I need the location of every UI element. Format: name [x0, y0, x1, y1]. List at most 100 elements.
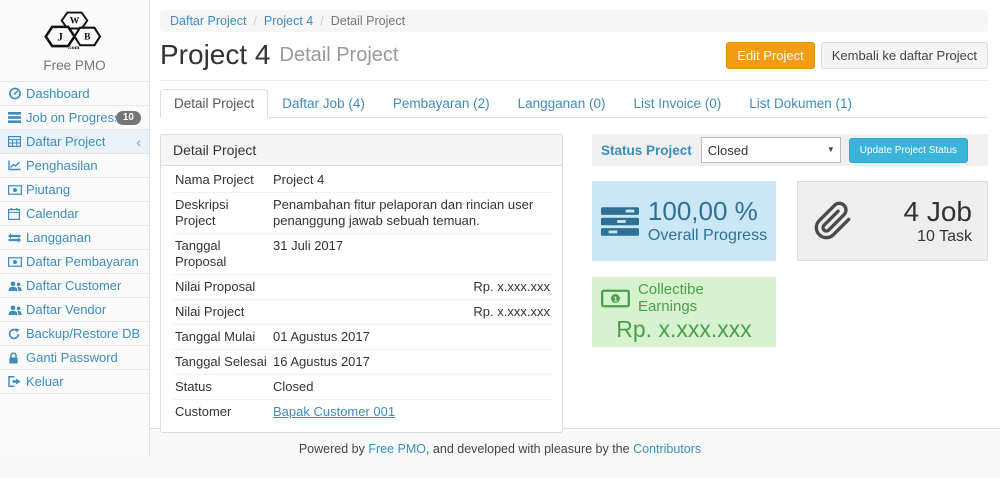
exchange-icon [8, 233, 26, 243]
breadcrumb-link-daftar-project[interactable]: Daftar Project [170, 14, 246, 28]
sidebar-item-piutang[interactable]: Piutang [0, 178, 149, 202]
overall-progress-label: Overall Progress [648, 227, 767, 245]
tab-daftar-job-4[interactable]: Daftar Job (4) [268, 89, 379, 118]
free-pmo-link[interactable]: Free PMO [368, 442, 426, 456]
paperclip-icon [813, 200, 853, 242]
lock-icon [8, 352, 26, 364]
detail-row-label: Customer [175, 404, 273, 420]
detail-table: Nama Project Project 4 Deskripsi Project… [161, 166, 562, 432]
right-column: Status Project Closed ▼ Update Project S… [592, 134, 988, 433]
users-icon [8, 305, 26, 315]
job-count-card: 4 Job 10 Task [797, 181, 988, 261]
detail-row-value: 01 Agustus 2017 [273, 329, 550, 345]
contributors-link[interactable]: Contributors [633, 442, 701, 456]
detail-row: Tanggal Proposal 31 Juli 2017 [173, 234, 552, 275]
detail-row-value: Rp. x.xxx.xxx [273, 304, 550, 320]
tab-langganan-0[interactable]: Langganan (0) [504, 89, 620, 118]
sidebar-item-label: Daftar Customer [26, 278, 121, 293]
detail-row-value: 31 Juli 2017 [273, 238, 550, 270]
detail-row-label: Tanggal Selesai [175, 354, 273, 370]
sidebar-item-calendar[interactable]: Calendar [0, 202, 149, 226]
sidebar-item-label: Piutang [26, 182, 70, 197]
refresh-icon [8, 328, 26, 340]
tab-detail-project[interactable]: Detail Project [160, 89, 268, 118]
task-count: 10 Task [904, 228, 973, 246]
breadcrumb-link-project-4[interactable]: Project 4 [264, 14, 313, 28]
brand-name: Free PMO [0, 58, 149, 73]
sidebar-item-daftar-customer[interactable]: Daftar Customer [0, 274, 149, 298]
detail-row: Tanggal Selesai 16 Agustus 2017 [173, 350, 552, 375]
sidebar-item-label: Langganan [26, 230, 91, 245]
tab-bar: Detail Project Daftar Job (4) Pembayaran… [160, 89, 988, 118]
sidebar-item-label: Keluar [26, 374, 64, 389]
status-project-label: Status Project [601, 143, 692, 158]
sidebar-item-penghasilan[interactable]: Penghasilan [0, 154, 149, 178]
detail-row: Nilai Proposal Rp. x.xxx.xxx [173, 275, 552, 300]
sidebar-menu: Dashboard Job on Progress 10 Daftar Proj… [0, 81, 149, 394]
sidebar-item-job-on-progress[interactable]: Job on Progress 10 [0, 106, 149, 130]
detail-project-panel: Detail Project Nama Project Project 4 De… [160, 134, 563, 433]
tasks-icon [601, 207, 639, 236]
detail-row: Customer Bapak Customer 001 [173, 400, 552, 424]
edit-project-button[interactable]: Edit Project [726, 42, 814, 69]
detail-row-label: Nama Project [175, 172, 273, 188]
tab-content: Detail Project Nama Project Project 4 De… [160, 118, 988, 433]
sidebar-item-ganti-password[interactable]: Ganti Password [0, 346, 149, 370]
sign-out-icon [8, 376, 26, 387]
svg-text:B: B [84, 32, 91, 43]
detail-row-value: 16 Agustus 2017 [273, 354, 550, 370]
collectible-earnings-card: 1 Collectibe Earnings Rp. x.xxx.xxx [592, 277, 776, 347]
detail-row-label: Nilai Project [175, 304, 273, 320]
svg-text:J: J [57, 31, 63, 43]
detail-row-value: Closed [273, 379, 550, 395]
detail-row-value: Bapak Customer 001 [273, 404, 550, 420]
overall-progress-card: 100,00 % Overall Progress [592, 181, 776, 261]
sidebar-item-daftar-vendor[interactable]: Daftar Vendor [0, 298, 149, 322]
sidebar-item-label: Ganti Password [26, 350, 118, 365]
footer-text: Powered by [299, 442, 368, 456]
sidebar-item-keluar[interactable]: Keluar [0, 370, 149, 394]
status-select[interactable]: Closed [701, 137, 841, 163]
detail-row-label: Nilai Proposal [175, 279, 273, 295]
calendar-icon [8, 208, 26, 220]
back-to-project-list-button[interactable]: Kembali ke daftar Project [821, 42, 988, 69]
earnings-value: Rp. x.xxx.xxx [601, 316, 767, 343]
detail-row-value: Penambahan fitur pelaporan dan rincian u… [273, 197, 550, 229]
overall-progress-value: 100,00 % [648, 197, 767, 227]
footer: Powered by Free PMO, and developed with … [0, 429, 1000, 478]
sidebar-item-label: Calendar [26, 206, 79, 221]
tab-list-invoice-0[interactable]: List Invoice (0) [619, 89, 735, 118]
panel-title: Detail Project [161, 135, 562, 166]
detail-row-label: Deskripsi Project [175, 197, 273, 229]
breadcrumb: Daftar Project/Project 4/Detail Project [160, 10, 988, 32]
sidebar-item-backup-restore-db[interactable]: Backup/Restore DB [0, 322, 149, 346]
detail-row: Status Closed [173, 375, 552, 400]
sidebar-item-label: Daftar Pembayaran [26, 254, 139, 269]
detail-row-value: Project 4 [273, 172, 550, 188]
chevron-left-icon: ‹ [136, 135, 141, 149]
sidebar-item-langganan[interactable]: Langganan [0, 226, 149, 250]
sidebar-item-label: Daftar Vendor [26, 302, 106, 317]
tasks-icon [8, 112, 26, 123]
dashboard-icon [8, 87, 26, 100]
money-icon [8, 257, 26, 267]
count-badge: 10 [116, 111, 141, 125]
detail-row: Nama Project Project 4 [173, 168, 552, 193]
page-subtitle: Detail Project [280, 44, 399, 67]
sidebar-item-dashboard[interactable]: Dashboard [0, 82, 149, 106]
detail-row-label: Tanggal Proposal [175, 238, 273, 270]
page-title: Project 4 [160, 39, 271, 71]
sidebar-item-daftar-pembayaran[interactable]: Daftar Pembayaran [0, 250, 149, 274]
money-icon: 1 [601, 289, 630, 308]
customer-link[interactable]: Bapak Customer 001 [273, 404, 395, 419]
update-project-status-button[interactable]: Update Project Status [849, 138, 968, 163]
main-content: Daftar Project/Project 4/Detail Project … [150, 0, 1000, 429]
table-icon [8, 136, 26, 147]
svg-text:W: W [70, 16, 80, 27]
svg-text:1: 1 [613, 294, 618, 303]
sidebar-item-daftar-project[interactable]: Daftar Project ‹ [0, 130, 149, 154]
page-header: Project 4 Detail Project Edit Project Ke… [160, 39, 988, 71]
tab-pembayaran-2[interactable]: Pembayaran (2) [379, 89, 504, 118]
footer-text: , and developed with pleasure by the [426, 442, 633, 456]
tab-list-dokumen-1[interactable]: List Dokumen (1) [735, 89, 866, 118]
